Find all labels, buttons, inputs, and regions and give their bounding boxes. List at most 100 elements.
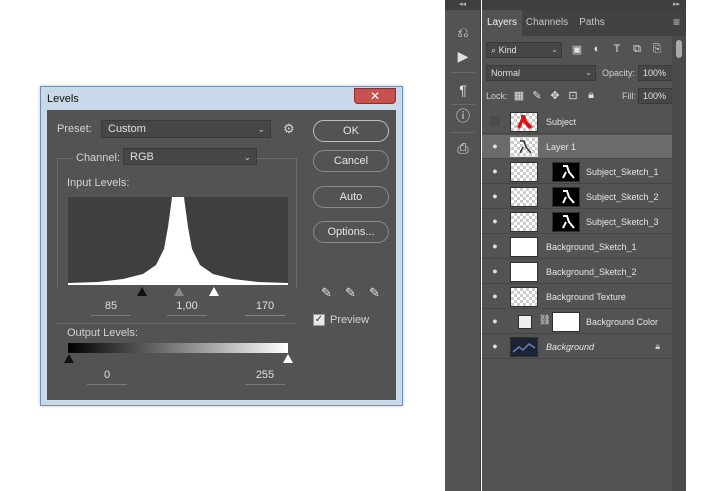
gray-eyedropper-icon[interactable]: ✎: [345, 285, 356, 301]
layer-name: Subject_Sketch_3: [586, 217, 659, 227]
type-filter-icon[interactable]: T: [610, 43, 624, 55]
layer-mask-thumbnail[interactable]: [552, 187, 580, 207]
eye-icon[interactable]: ●: [490, 266, 500, 276]
eye-icon[interactable]: ●: [490, 141, 500, 151]
layer-row-layer-1[interactable]: ● Layer 1: [482, 135, 672, 159]
preset-label: Preset:: [57, 123, 92, 135]
lock-artboard-icon[interactable]: ⊡: [566, 89, 580, 102]
eye-icon[interactable]: ●: [490, 191, 500, 201]
layers-scrollbar[interactable]: [672, 36, 686, 491]
panel-tabs: Layers Channels Paths ≡: [482, 10, 686, 36]
histogram-graph: [68, 197, 288, 285]
layer-thumbnail: [510, 212, 538, 232]
black-eyedropper-icon[interactable]: ✎: [321, 285, 332, 301]
history-icon[interactable]: ⎌: [453, 22, 473, 42]
layer-row-background-sketch-1[interactable]: ● Background_Sketch_1: [482, 235, 672, 259]
preview-checkbox[interactable]: ✓: [313, 314, 325, 326]
link-chain-icon[interactable]: ⛓: [538, 315, 552, 326]
chevron-down-icon: ⌄: [243, 152, 251, 162]
search-icon: ⌕: [491, 45, 497, 55]
layer-thumbnail: [510, 262, 538, 282]
white-eyedropper-icon[interactable]: ✎: [369, 285, 380, 301]
visibility-toggle-icon[interactable]: [490, 116, 500, 126]
layer-row-subject-sketch-2[interactable]: ● Subject_Sketch_2: [482, 185, 672, 209]
fill-layer-thumbnail: [518, 315, 532, 329]
mask-figure-icon: [562, 190, 575, 204]
output-white-underline: [245, 384, 285, 385]
blend-mode-value: Normal: [491, 68, 521, 78]
eye-icon[interactable]: ●: [490, 291, 500, 301]
layer-name: Subject_Sketch_1: [586, 167, 659, 177]
layer-row-subject-sketch-3[interactable]: ● Subject_Sketch_3: [482, 210, 672, 234]
cancel-button[interactable]: Cancel: [313, 150, 389, 172]
output-black-slider[interactable]: [64, 354, 74, 363]
output-black-field[interactable]: 0: [87, 369, 127, 381]
output-white-slider[interactable]: [283, 354, 293, 363]
layer-thumbnail: [510, 287, 538, 307]
input-white-underline: [245, 315, 285, 316]
input-black-slider[interactable]: [137, 287, 147, 296]
pixel-filter-icon[interactable]: ▣: [570, 43, 584, 56]
layer-mask-thumbnail[interactable]: [552, 162, 580, 182]
kind-filter-select[interactable]: ⌕ Kind ⌄: [486, 42, 562, 58]
preset-options-gear-icon[interactable]: ⚙: [283, 121, 295, 137]
eye-icon[interactable]: ●: [490, 341, 500, 351]
layer-name: Background Color: [586, 317, 659, 327]
auto-button[interactable]: Auto: [313, 186, 389, 208]
panel-menu-icon[interactable]: ≡: [673, 15, 680, 29]
tab-channels[interactable]: Channels: [524, 10, 570, 36]
close-button[interactable]: ✕: [354, 88, 396, 104]
tool-divider: [451, 104, 475, 105]
input-gamma-field[interactable]: 1,00: [167, 300, 207, 312]
play-actions-icon[interactable]: ▶: [453, 46, 473, 66]
info-icon[interactable]: ⓘ: [453, 106, 473, 126]
layer-thumbnail: [510, 337, 538, 357]
input-black-underline: [91, 315, 131, 316]
layer-row-background[interactable]: ● Background 🔒︎: [482, 335, 672, 359]
input-gamma-slider[interactable]: [174, 287, 184, 296]
smart-object-filter-icon[interactable]: ⎘: [650, 43, 664, 56]
layer-mask-thumbnail[interactable]: [552, 312, 580, 332]
paragraph-icon[interactable]: ¶: [453, 80, 473, 100]
input-black-field[interactable]: 85: [91, 300, 131, 312]
adjustment-filter-icon[interactable]: ◐: [590, 43, 604, 55]
collapse-arrows-icon[interactable]: ▸▸: [482, 0, 686, 10]
lock-transparent-icon[interactable]: ▦: [512, 89, 526, 102]
output-gradient: [68, 343, 288, 353]
mask-figure-icon: [562, 165, 575, 179]
layer-row-background-color[interactable]: ● ⛓ Background Color: [482, 310, 672, 334]
tab-layers[interactable]: Layers: [482, 10, 522, 36]
preview-label: Preview: [330, 314, 370, 326]
lock-label: Lock:: [486, 91, 508, 101]
layer-row-subject[interactable]: Subject: [482, 110, 672, 134]
input-white-field[interactable]: 170: [245, 300, 285, 312]
eye-icon[interactable]: ●: [490, 216, 500, 226]
shape-filter-icon[interactable]: ⧉: [630, 43, 644, 56]
channel-select[interactable]: RGB ⌄: [123, 148, 257, 165]
eye-icon[interactable]: ●: [490, 166, 500, 176]
layer-mask-thumbnail[interactable]: [552, 212, 580, 232]
clone-source-icon[interactable]: ⎙: [453, 138, 473, 158]
lock-position-icon[interactable]: ✥: [548, 89, 562, 102]
scrollbar-thumb[interactable]: [676, 40, 682, 58]
layers-panel: ▸▸ Layers Channels Paths ≡ ⌕ Kind ⌄ ▣ ◐ …: [482, 0, 686, 491]
eye-icon[interactable]: ●: [490, 316, 500, 326]
lock-all-icon[interactable]: 🔒︎: [584, 89, 598, 102]
collapse-arrows-icon[interactable]: ◂◂: [445, 0, 480, 10]
blend-mode-select[interactable]: Normal ⌄: [486, 65, 596, 81]
layer-row-background-texture[interactable]: ● Background Texture: [482, 285, 672, 309]
preset-select[interactable]: Custom ⌄: [101, 120, 271, 138]
fill-value: 100%: [643, 91, 667, 101]
layer-row-subject-sketch-1[interactable]: ● Subject_Sketch_1: [482, 160, 672, 184]
lock-brush-icon[interactable]: ✎: [530, 89, 544, 102]
layer-row-background-sketch-2[interactable]: ● Background_Sketch_2: [482, 260, 672, 284]
input-white-slider[interactable]: [209, 287, 219, 296]
tab-paths[interactable]: Paths: [574, 10, 610, 36]
eye-icon[interactable]: ●: [490, 241, 500, 251]
output-white-field[interactable]: 255: [245, 369, 285, 381]
ok-button[interactable]: OK: [313, 120, 389, 142]
options-button[interactable]: Options...: [313, 221, 389, 243]
layer-thumbnail: [510, 112, 538, 132]
channel-value: RGB: [130, 151, 154, 163]
sketch-figure-icon: [519, 140, 532, 154]
